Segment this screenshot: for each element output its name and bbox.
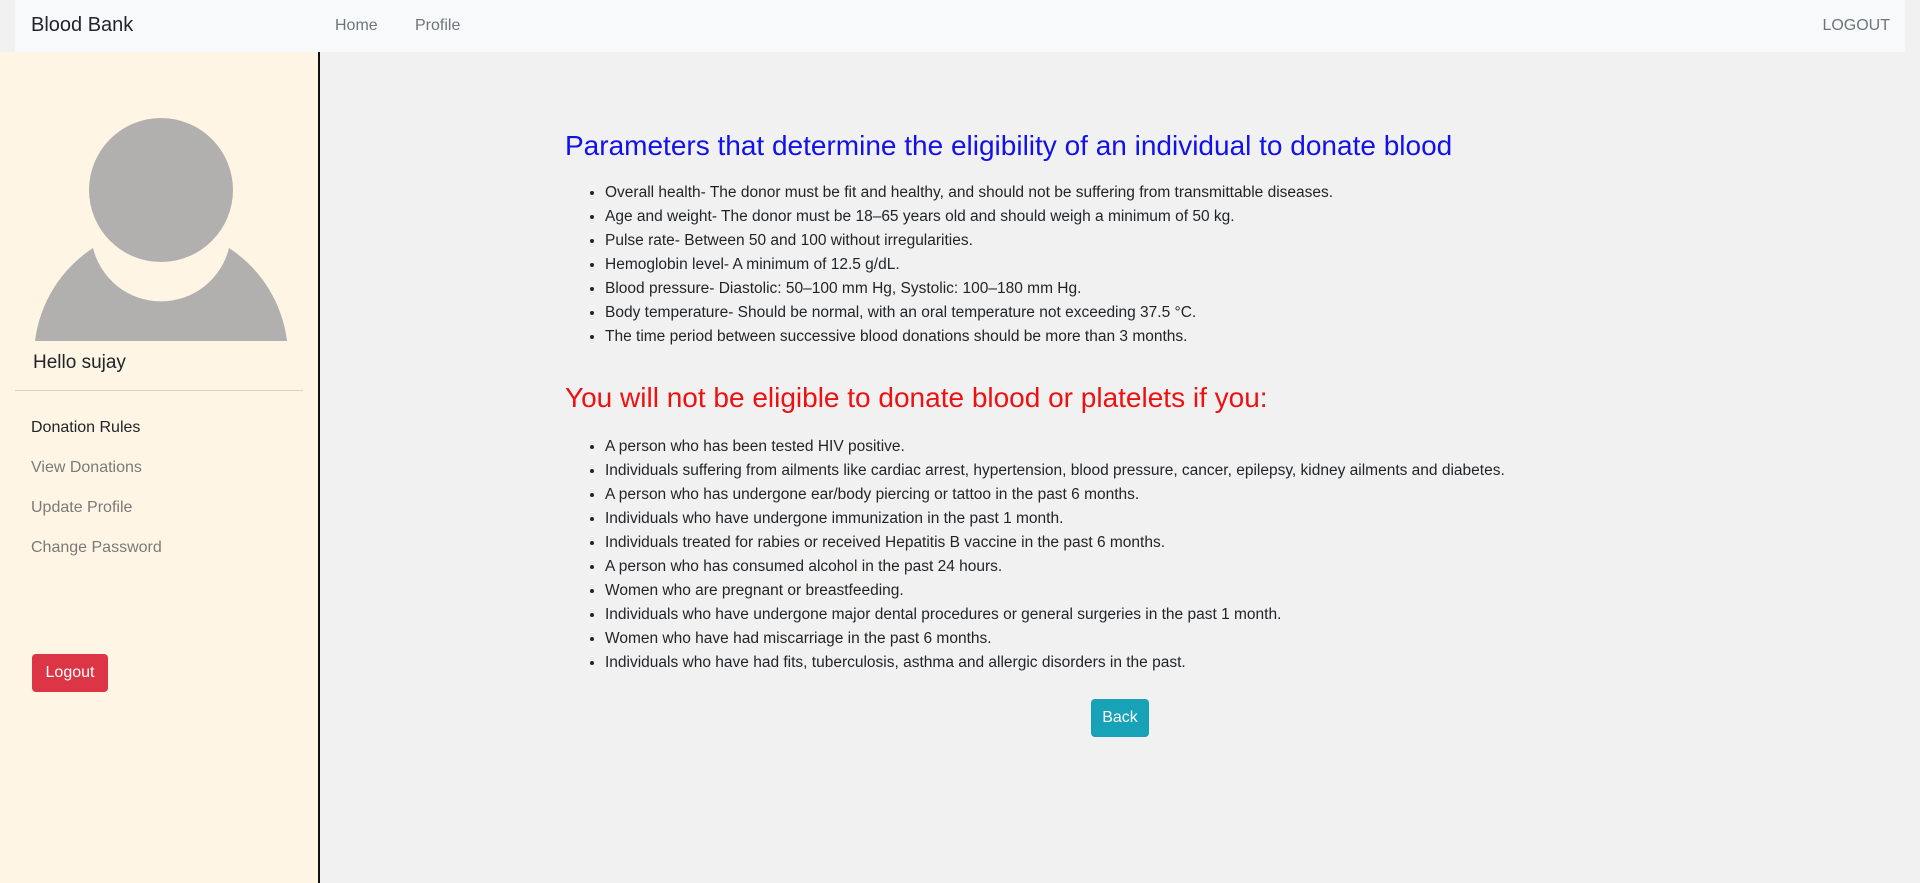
list-item: Hemoglobin level- A minimum of 12.5 g/dL…: [605, 253, 1565, 277]
list-item: Women who have had miscarriage in the pa…: [605, 627, 1565, 651]
back-button[interactable]: Back: [1091, 699, 1149, 737]
sidebar-item-update-profile[interactable]: Update Profile: [31, 499, 132, 517]
list-item: Individuals who have undergone immunizat…: [605, 507, 1565, 531]
list-item: Individuals treated for rabies or receiv…: [605, 531, 1565, 555]
top-navbar: Blood Bank Home Profile LOGOUT: [15, 0, 1905, 52]
sidebar-divider: [15, 390, 303, 391]
list-item: Overall health- The donor must be fit an…: [605, 181, 1565, 205]
user-avatar-icon: [35, 118, 287, 341]
list-item: A person who has been tested HIV positiv…: [605, 435, 1565, 459]
list-item: Pulse rate- Between 50 and 100 without i…: [605, 229, 1565, 253]
list-item: The time period between successive blood…: [605, 325, 1565, 349]
list-item: Women who are pregnant or breastfeeding.: [605, 579, 1565, 603]
sidebar-item-view-donations[interactable]: View Donations: [31, 459, 142, 477]
sidebar: Hello sujay Donation Rules View Donation…: [0, 52, 320, 883]
greeting: Hello sujay: [33, 352, 126, 373]
list-item: Individuals who have had fits, tuberculo…: [605, 651, 1565, 675]
main-content: Parameters that determine the eligibilit…: [565, 130, 1565, 675]
brand-logo[interactable]: Blood Bank: [31, 14, 133, 37]
eligibility-list: Overall health- The donor must be fit an…: [605, 181, 1565, 349]
ineligible-heading: You will not be eligible to donate blood…: [565, 382, 1268, 413]
list-item: Body temperature- Should be normal, with…: [605, 301, 1565, 325]
logout-button[interactable]: Logout: [32, 654, 108, 692]
list-item: Individuals suffering from ailments like…: [605, 459, 1565, 483]
sidebar-item-donation-rules[interactable]: Donation Rules: [31, 419, 140, 437]
eligibility-heading: Parameters that determine the eligibilit…: [565, 130, 1453, 161]
list-item: Blood pressure- Diastolic: 50–100 mm Hg,…: [605, 277, 1565, 301]
nav-home-link[interactable]: Home: [335, 17, 378, 35]
nav-profile-link[interactable]: Profile: [415, 17, 460, 35]
sidebar-item-change-password[interactable]: Change Password: [31, 539, 162, 557]
list-item: Age and weight- The donor must be 18–65 …: [605, 205, 1565, 229]
list-item: Individuals who have undergone major den…: [605, 603, 1565, 627]
list-item: A person who has consumed alcohol in the…: [605, 555, 1565, 579]
list-item: A person who has undergone ear/body pier…: [605, 483, 1565, 507]
nav-logout-link[interactable]: LOGOUT: [1822, 17, 1890, 35]
ineligible-list: A person who has been tested HIV positiv…: [605, 435, 1565, 675]
